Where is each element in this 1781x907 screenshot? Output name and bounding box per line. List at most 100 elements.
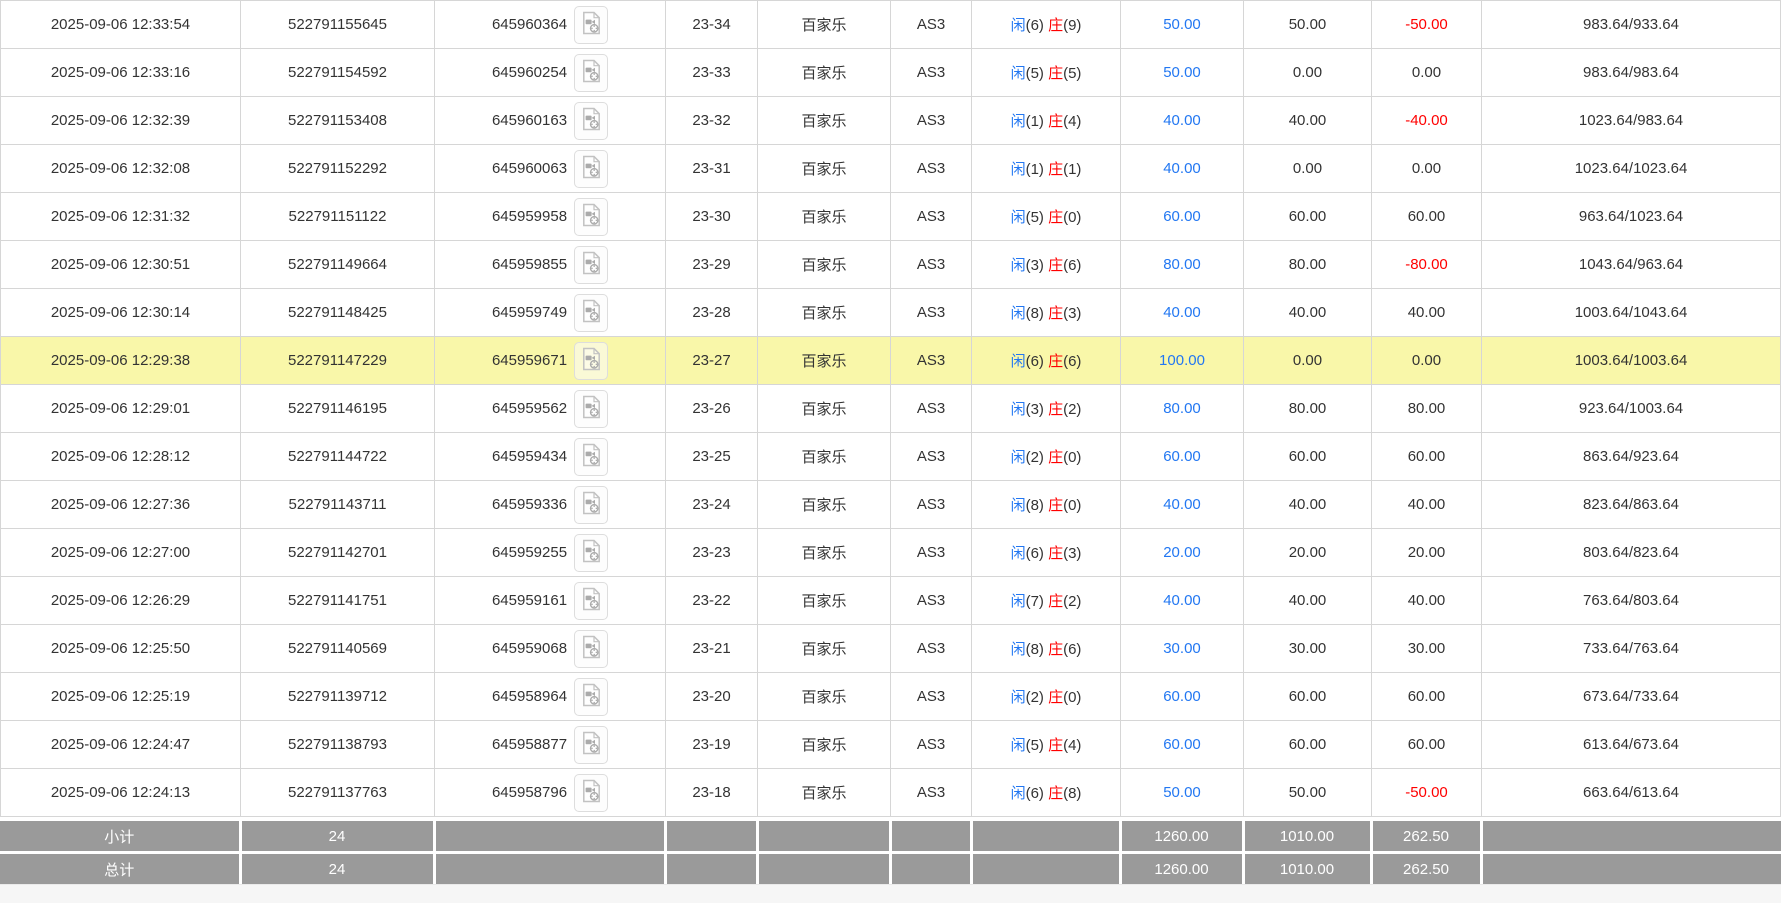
bet-amount[interactable]: 20.00 <box>1121 529 1244 577</box>
video-replay-button[interactable] <box>574 390 608 428</box>
bet-amount[interactable]: 60.00 <box>1121 673 1244 721</box>
table-row[interactable]: 2025-09-06 12:29:38522791147229645959671… <box>1 337 1781 385</box>
round-number: 23-22 <box>666 577 758 625</box>
player-label: 闲 <box>1011 737 1026 754</box>
bet-amount[interactable]: 50.00 <box>1121 1 1244 49</box>
video-replay-button[interactable] <box>574 198 608 236</box>
table-row[interactable]: 2025-09-06 12:26:29522791141751645959161… <box>1 577 1781 625</box>
table-row[interactable]: 2025-09-06 12:33:16522791154592645960254… <box>1 49 1781 97</box>
video-replay-button[interactable] <box>574 294 608 332</box>
table-row[interactable]: 2025-09-06 12:30:14522791148425645959749… <box>1 289 1781 337</box>
table-name: AS3 <box>891 145 972 193</box>
table-row[interactable]: 2025-09-06 12:29:01522791146195645959562… <box>1 385 1781 433</box>
table-row[interactable]: 2025-09-06 12:32:39522791153408645960163… <box>1 97 1781 145</box>
player-label: 闲 <box>1011 785 1026 802</box>
valid-amount: 80.00 <box>1244 385 1372 433</box>
win-loss: 0.00 <box>1372 145 1482 193</box>
bet-amount[interactable]: 40.00 <box>1121 289 1244 337</box>
table-row[interactable]: 2025-09-06 12:24:47522791138793645958877… <box>1 721 1781 769</box>
table-row[interactable]: 2025-09-06 12:31:32522791151122645959958… <box>1 193 1781 241</box>
banker-label: 庄 <box>1048 161 1063 178</box>
video-replay-button[interactable] <box>574 246 608 284</box>
table-row[interactable]: 2025-09-06 12:27:36522791143711645959336… <box>1 481 1781 529</box>
valid-amount: 60.00 <box>1244 673 1372 721</box>
table-row[interactable]: 2025-09-06 12:25:19522791139712645958964… <box>1 673 1781 721</box>
summary-empty-cell <box>757 821 890 853</box>
video-record-icon <box>581 59 602 83</box>
summary-row: 小计241260.001010.00262.50 <box>0 821 1781 853</box>
table-row[interactable]: 2025-09-06 12:30:51522791149664645959855… <box>1 241 1781 289</box>
player-label: 闲 <box>1011 449 1026 466</box>
table-row[interactable]: 2025-09-06 12:28:12522791144722645959434… <box>1 433 1781 481</box>
video-replay-button[interactable] <box>574 150 608 188</box>
video-replay-button[interactable] <box>574 342 608 380</box>
table-row[interactable]: 2025-09-06 12:27:00522791142701645959255… <box>1 529 1781 577</box>
banker-label: 庄 <box>1048 257 1063 274</box>
bet-amount[interactable]: 50.00 <box>1121 769 1244 817</box>
video-replay-button[interactable] <box>574 774 608 812</box>
summary-empty-cell <box>434 853 665 885</box>
video-replay-button[interactable] <box>574 630 608 668</box>
video-record-icon <box>581 203 602 227</box>
table-name: AS3 <box>891 577 972 625</box>
video-replay-button[interactable] <box>574 54 608 92</box>
win-loss: 40.00 <box>1372 289 1482 337</box>
bet-amount[interactable]: 40.00 <box>1121 145 1244 193</box>
win-loss: 80.00 <box>1372 385 1482 433</box>
balance: 963.64/1023.64 <box>1482 193 1781 241</box>
bet-amount[interactable]: 80.00 <box>1121 241 1244 289</box>
bet-amount[interactable]: 30.00 <box>1121 625 1244 673</box>
video-replay-button[interactable] <box>574 6 608 44</box>
video-replay-button[interactable] <box>574 582 608 620</box>
horizontal-scrollbar-track[interactable] <box>0 884 1781 903</box>
video-replay-button[interactable] <box>574 438 608 476</box>
banker-label: 庄 <box>1048 209 1063 226</box>
bet-history-table: 2025-09-06 12:33:54522791155645645960364… <box>0 0 1781 817</box>
game-result: 闲(8) 庄(6) <box>972 625 1121 673</box>
round-number: 23-28 <box>666 289 758 337</box>
table-name: AS3 <box>891 97 972 145</box>
bet-amount[interactable]: 60.00 <box>1121 721 1244 769</box>
win-loss: -50.00 <box>1372 769 1482 817</box>
bet-time: 2025-09-06 12:33:54 <box>1 1 241 49</box>
video-replay-button[interactable] <box>574 102 608 140</box>
table-row[interactable]: 2025-09-06 12:33:54522791155645645960364… <box>1 1 1781 49</box>
video-record-icon <box>581 731 602 755</box>
bet-amount[interactable]: 60.00 <box>1121 433 1244 481</box>
game-number: 645959068 <box>492 639 567 656</box>
bet-amount[interactable]: 40.00 <box>1121 577 1244 625</box>
win-loss: 60.00 <box>1372 673 1482 721</box>
table-row[interactable]: 2025-09-06 12:25:50522791140569645959068… <box>1 625 1781 673</box>
bet-amount[interactable]: 60.00 <box>1121 193 1244 241</box>
table-name: AS3 <box>891 1 972 49</box>
summary-empty-cell <box>665 821 757 853</box>
game-type: 百家乐 <box>758 1 891 49</box>
game-type: 百家乐 <box>758 577 891 625</box>
video-replay-button[interactable] <box>574 726 608 764</box>
round-number: 23-21 <box>666 625 758 673</box>
bet-amount[interactable]: 100.00 <box>1121 337 1244 385</box>
banker-label: 庄 <box>1048 785 1063 802</box>
bet-time: 2025-09-06 12:31:32 <box>1 193 241 241</box>
round-number: 23-23 <box>666 529 758 577</box>
video-replay-button[interactable] <box>574 534 608 572</box>
bet-id: 522791138793 <box>241 721 435 769</box>
game-number-cell: 645960063 <box>435 145 666 193</box>
video-replay-button[interactable] <box>574 486 608 524</box>
bet-amount[interactable]: 40.00 <box>1121 97 1244 145</box>
table-row[interactable]: 2025-09-06 12:24:13522791137763645958796… <box>1 769 1781 817</box>
video-replay-button[interactable] <box>574 678 608 716</box>
bet-amount[interactable]: 50.00 <box>1121 49 1244 97</box>
round-number: 23-29 <box>666 241 758 289</box>
bet-amount[interactable]: 40.00 <box>1121 481 1244 529</box>
game-result: 闲(1) 庄(4) <box>972 97 1121 145</box>
summary-empty-cell <box>1481 853 1781 885</box>
win-loss: 30.00 <box>1372 625 1482 673</box>
game-number-cell: 645959161 <box>435 577 666 625</box>
bet-amount[interactable]: 80.00 <box>1121 385 1244 433</box>
table-row[interactable]: 2025-09-06 12:32:08522791152292645960063… <box>1 145 1781 193</box>
bet-id: 522791144722 <box>241 433 435 481</box>
round-number: 23-19 <box>666 721 758 769</box>
round-number: 23-20 <box>666 673 758 721</box>
bet-id: 522791148425 <box>241 289 435 337</box>
